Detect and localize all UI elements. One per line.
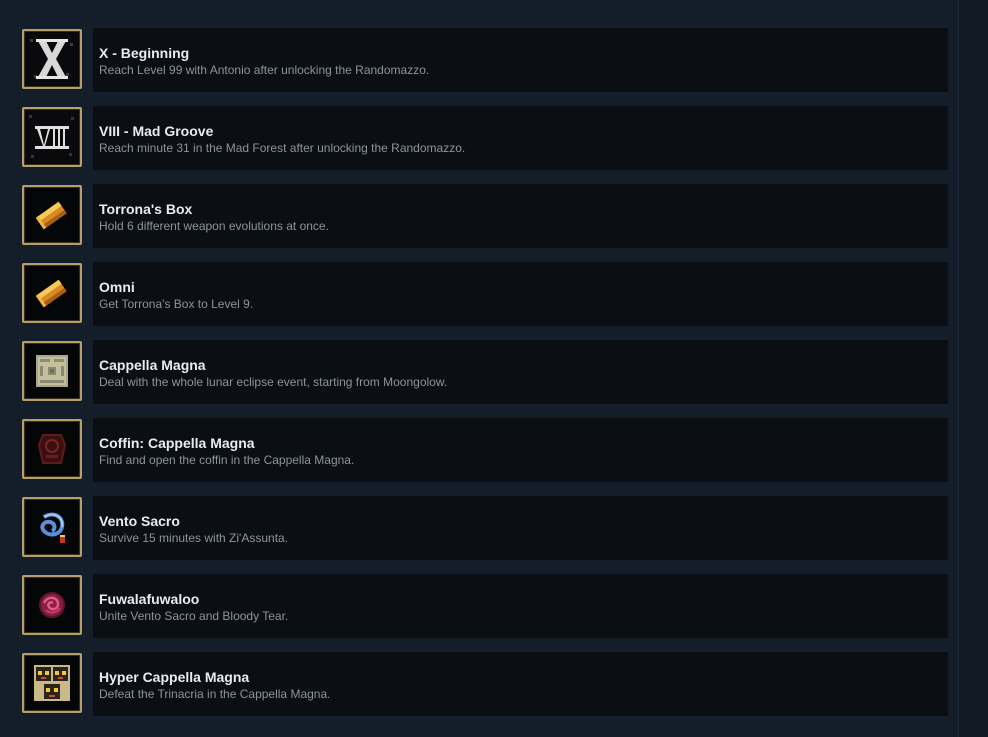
achievement-description: Hold 6 different weapon evolutions at on… (99, 219, 329, 233)
golden-box-icon (22, 263, 82, 323)
achievement-card: Cappella Magna Deal with the whole lunar… (93, 340, 948, 404)
achievement-row: X - Beginning Reach Level 99 with Antoni… (22, 28, 948, 92)
achievement-card: Fuwalafuwaloo Unite Vento Sacro and Bloo… (93, 574, 948, 638)
whip-icon (22, 497, 82, 557)
achievement-description: Get Torrona's Box to Level 9. (99, 297, 254, 311)
right-sidebar (958, 0, 988, 737)
achievement-title: Cappella Magna (99, 357, 206, 373)
achievement-title: Hyper Cappella Magna (99, 669, 250, 685)
achievement-row: Omni Get Torrona's Box to Level 9. (22, 262, 948, 326)
coffin-icon (22, 419, 82, 479)
rose-whirl-icon (22, 575, 82, 635)
roman-eight-icon (22, 107, 82, 167)
achievement-row: Fuwalafuwaloo Unite Vento Sacro and Bloo… (22, 574, 948, 638)
map-icon (22, 341, 82, 401)
achievement-card: Hyper Cappella Magna Defeat the Trinacri… (93, 652, 948, 716)
roman-ten-icon (22, 29, 82, 89)
achievement-row: Torrona's Box Hold 6 different weapon ev… (22, 184, 948, 248)
achievement-title: Coffin: Cappella Magna (99, 435, 255, 451)
achievement-card: Coffin: Cappella Magna Find and open the… (93, 418, 948, 482)
achievement-list: X - Beginning Reach Level 99 with Antoni… (22, 28, 948, 730)
achievement-card: Torrona's Box Hold 6 different weapon ev… (93, 184, 948, 248)
golden-box-icon (22, 185, 82, 245)
achievement-title: VIII - Mad Groove (99, 123, 214, 139)
achievement-title: X - Beginning (99, 45, 190, 61)
achievement-row: Coffin: Cappella Magna Find and open the… (22, 418, 948, 482)
achievement-title: Torrona's Box (99, 201, 193, 217)
achievement-row: Cappella Magna Deal with the whole lunar… (22, 340, 948, 404)
achievement-row: VIII - Mad Groove Reach minute 31 in the… (22, 106, 948, 170)
achievement-description: Find and open the coffin in the Cappella… (99, 453, 355, 467)
achievement-card: VIII - Mad Groove Reach minute 31 in the… (93, 106, 948, 170)
achievement-description: Reach minute 31 in the Mad Forest after … (99, 141, 466, 155)
achievement-description: Survive 15 minutes with Zi'Assunta. (99, 531, 289, 545)
achievement-row: Vento Sacro Survive 15 minutes with Zi'A… (22, 496, 948, 560)
achievement-description: Reach Level 99 with Antonio after unlock… (99, 63, 430, 77)
trinacria-faces-icon (22, 653, 82, 713)
achievement-row: Hyper Cappella Magna Defeat the Trinacri… (22, 652, 948, 716)
achievement-description: Unite Vento Sacro and Bloody Tear. (99, 609, 289, 623)
achievement-title: Fuwalafuwaloo (99, 591, 200, 607)
achievement-card: Vento Sacro Survive 15 minutes with Zi'A… (93, 496, 948, 560)
achievement-panel: X - Beginning Reach Level 99 with Antoni… (0, 0, 958, 737)
achievement-title: Omni (99, 279, 135, 295)
achievement-card: Omni Get Torrona's Box to Level 9. (93, 262, 948, 326)
achievement-title: Vento Sacro (99, 513, 180, 529)
achievement-description: Defeat the Trinacria in the Cappella Mag… (99, 687, 331, 701)
achievement-description: Deal with the whole lunar eclipse event,… (99, 375, 448, 389)
achievement-card: X - Beginning Reach Level 99 with Antoni… (93, 28, 948, 92)
